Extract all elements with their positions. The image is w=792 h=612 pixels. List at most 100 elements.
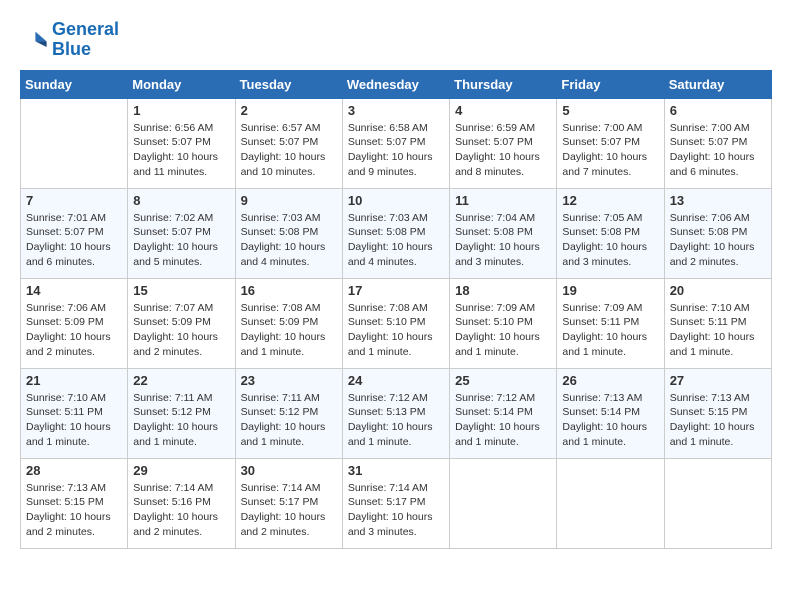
calendar-cell: 2 Sunrise: 6:57 AM Sunset: 5:07 PM Daylig… bbox=[235, 98, 342, 188]
calendar-cell: 1 Sunrise: 6:56 AM Sunset: 5:07 PM Daylig… bbox=[128, 98, 235, 188]
day-number: 3 bbox=[348, 103, 444, 118]
calendar-cell bbox=[557, 458, 664, 548]
day-info: Sunrise: 7:00 AM Sunset: 5:07 PM Dayligh… bbox=[562, 121, 658, 180]
calendar-body: 1 Sunrise: 6:56 AM Sunset: 5:07 PM Daylig… bbox=[21, 98, 772, 548]
day-info: Sunrise: 7:02 AM Sunset: 5:07 PM Dayligh… bbox=[133, 211, 229, 270]
day-info: Sunrise: 7:10 AM Sunset: 5:11 PM Dayligh… bbox=[26, 391, 122, 450]
calendar-cell: 31 Sunrise: 7:14 AM Sunset: 5:17 PM Dayli… bbox=[342, 458, 449, 548]
calendar-cell: 30 Sunrise: 7:14 AM Sunset: 5:17 PM Dayli… bbox=[235, 458, 342, 548]
day-info: Sunrise: 7:08 AM Sunset: 5:09 PM Dayligh… bbox=[241, 301, 337, 360]
logo-text: General Blue bbox=[52, 20, 119, 60]
calendar-cell: 23 Sunrise: 7:11 AM Sunset: 5:12 PM Dayli… bbox=[235, 368, 342, 458]
day-info: Sunrise: 7:07 AM Sunset: 5:09 PM Dayligh… bbox=[133, 301, 229, 360]
weekday-header-cell: Tuesday bbox=[235, 70, 342, 98]
day-info: Sunrise: 7:12 AM Sunset: 5:13 PM Dayligh… bbox=[348, 391, 444, 450]
calendar-cell: 21 Sunrise: 7:10 AM Sunset: 5:11 PM Dayli… bbox=[21, 368, 128, 458]
calendar-cell: 15 Sunrise: 7:07 AM Sunset: 5:09 PM Dayli… bbox=[128, 278, 235, 368]
calendar-cell: 11Sunrise: 7:04 AM Sunset: 5:08 PM Dayli… bbox=[450, 188, 557, 278]
calendar-cell: 4Sunrise: 6:59 AM Sunset: 5:07 PM Daylig… bbox=[450, 98, 557, 188]
day-info: Sunrise: 7:13 AM Sunset: 5:15 PM Dayligh… bbox=[26, 481, 122, 540]
day-number: 31 bbox=[348, 463, 444, 478]
calendar-cell: 22 Sunrise: 7:11 AM Sunset: 5:12 PM Dayli… bbox=[128, 368, 235, 458]
day-number: 15 bbox=[133, 283, 229, 298]
calendar-cell: 13Sunrise: 7:06 AM Sunset: 5:08 PM Dayli… bbox=[664, 188, 771, 278]
day-number: 22 bbox=[133, 373, 229, 388]
day-info: Sunrise: 7:03 AM Sunset: 5:08 PM Dayligh… bbox=[241, 211, 337, 270]
day-info: Sunrise: 7:13 AM Sunset: 5:15 PM Dayligh… bbox=[670, 391, 766, 450]
calendar-week-row: 7 Sunrise: 7:01 AM Sunset: 5:07 PM Daylig… bbox=[21, 188, 772, 278]
calendar-cell: 24 Sunrise: 7:12 AM Sunset: 5:13 PM Dayli… bbox=[342, 368, 449, 458]
calendar-week-row: 1 Sunrise: 6:56 AM Sunset: 5:07 PM Daylig… bbox=[21, 98, 772, 188]
day-number: 8 bbox=[133, 193, 229, 208]
day-number: 19 bbox=[562, 283, 658, 298]
calendar-cell: 19 Sunrise: 7:09 AM Sunset: 5:11 PM Dayli… bbox=[557, 278, 664, 368]
day-info: Sunrise: 7:04 AM Sunset: 5:08 PM Dayligh… bbox=[455, 211, 551, 270]
weekday-header-cell: Thursday bbox=[450, 70, 557, 98]
day-number: 21 bbox=[26, 373, 122, 388]
calendar-cell: 18Sunrise: 7:09 AM Sunset: 5:10 PM Dayli… bbox=[450, 278, 557, 368]
logo-icon bbox=[20, 26, 48, 54]
calendar-cell bbox=[21, 98, 128, 188]
day-info: Sunrise: 6:57 AM Sunset: 5:07 PM Dayligh… bbox=[241, 121, 337, 180]
day-info: Sunrise: 7:11 AM Sunset: 5:12 PM Dayligh… bbox=[241, 391, 337, 450]
day-info: Sunrise: 7:06 AM Sunset: 5:09 PM Dayligh… bbox=[26, 301, 122, 360]
day-number: 20 bbox=[670, 283, 766, 298]
day-info: Sunrise: 6:56 AM Sunset: 5:07 PM Dayligh… bbox=[133, 121, 229, 180]
day-info: Sunrise: 7:12 AM Sunset: 5:14 PM Dayligh… bbox=[455, 391, 551, 450]
day-number: 7 bbox=[26, 193, 122, 208]
calendar-cell: 27 Sunrise: 7:13 AM Sunset: 5:15 PM Dayli… bbox=[664, 368, 771, 458]
day-info: Sunrise: 7:14 AM Sunset: 5:17 PM Dayligh… bbox=[241, 481, 337, 540]
day-number: 27 bbox=[670, 373, 766, 388]
weekday-header-cell: Wednesday bbox=[342, 70, 449, 98]
day-info: Sunrise: 7:11 AM Sunset: 5:12 PM Dayligh… bbox=[133, 391, 229, 450]
calendar-table: SundayMondayTuesdayWednesdayThursdayFrid… bbox=[20, 70, 772, 549]
day-number: 25 bbox=[455, 373, 551, 388]
day-number: 28 bbox=[26, 463, 122, 478]
calendar-week-row: 14 Sunrise: 7:06 AM Sunset: 5:09 PM Dayli… bbox=[21, 278, 772, 368]
calendar-cell bbox=[664, 458, 771, 548]
day-number: 16 bbox=[241, 283, 337, 298]
day-info: Sunrise: 7:09 AM Sunset: 5:11 PM Dayligh… bbox=[562, 301, 658, 360]
calendar-cell: 17Sunrise: 7:08 AM Sunset: 5:10 PM Dayli… bbox=[342, 278, 449, 368]
day-info: Sunrise: 7:14 AM Sunset: 5:17 PM Dayligh… bbox=[348, 481, 444, 540]
calendar-cell: 28 Sunrise: 7:13 AM Sunset: 5:15 PM Dayli… bbox=[21, 458, 128, 548]
day-info: Sunrise: 6:59 AM Sunset: 5:07 PM Dayligh… bbox=[455, 121, 551, 180]
day-number: 29 bbox=[133, 463, 229, 478]
calendar-cell: 29 Sunrise: 7:14 AM Sunset: 5:16 PM Dayli… bbox=[128, 458, 235, 548]
day-info: Sunrise: 7:01 AM Sunset: 5:07 PM Dayligh… bbox=[26, 211, 122, 270]
day-number: 10 bbox=[348, 193, 444, 208]
day-info: Sunrise: 7:14 AM Sunset: 5:16 PM Dayligh… bbox=[133, 481, 229, 540]
day-number: 2 bbox=[241, 103, 337, 118]
weekday-header-cell: Monday bbox=[128, 70, 235, 98]
calendar-cell: 14 Sunrise: 7:06 AM Sunset: 5:09 PM Dayli… bbox=[21, 278, 128, 368]
day-number: 1 bbox=[133, 103, 229, 118]
weekday-header-cell: Friday bbox=[557, 70, 664, 98]
day-number: 5 bbox=[562, 103, 658, 118]
day-info: Sunrise: 7:13 AM Sunset: 5:14 PM Dayligh… bbox=[562, 391, 658, 450]
page-header: General Blue bbox=[20, 20, 772, 60]
calendar-cell: 6 Sunrise: 7:00 AM Sunset: 5:07 PM Daylig… bbox=[664, 98, 771, 188]
day-info: Sunrise: 7:10 AM Sunset: 5:11 PM Dayligh… bbox=[670, 301, 766, 360]
day-number: 12 bbox=[562, 193, 658, 208]
weekday-header-cell: Saturday bbox=[664, 70, 771, 98]
day-number: 23 bbox=[241, 373, 337, 388]
weekday-header-cell: Sunday bbox=[21, 70, 128, 98]
calendar-cell: 9 Sunrise: 7:03 AM Sunset: 5:08 PM Daylig… bbox=[235, 188, 342, 278]
day-number: 14 bbox=[26, 283, 122, 298]
calendar-cell: 8 Sunrise: 7:02 AM Sunset: 5:07 PM Daylig… bbox=[128, 188, 235, 278]
day-info: Sunrise: 7:00 AM Sunset: 5:07 PM Dayligh… bbox=[670, 121, 766, 180]
day-number: 9 bbox=[241, 193, 337, 208]
day-info: Sunrise: 6:58 AM Sunset: 5:07 PM Dayligh… bbox=[348, 121, 444, 180]
calendar-cell: 20 Sunrise: 7:10 AM Sunset: 5:11 PM Dayli… bbox=[664, 278, 771, 368]
day-info: Sunrise: 7:09 AM Sunset: 5:10 PM Dayligh… bbox=[455, 301, 551, 360]
calendar-week-row: 21 Sunrise: 7:10 AM Sunset: 5:11 PM Dayli… bbox=[21, 368, 772, 458]
calendar-cell: 7 Sunrise: 7:01 AM Sunset: 5:07 PM Daylig… bbox=[21, 188, 128, 278]
day-number: 6 bbox=[670, 103, 766, 118]
day-number: 30 bbox=[241, 463, 337, 478]
calendar-cell: 16 Sunrise: 7:08 AM Sunset: 5:09 PM Dayli… bbox=[235, 278, 342, 368]
calendar-cell bbox=[450, 458, 557, 548]
day-number: 24 bbox=[348, 373, 444, 388]
calendar-cell: 25 Sunrise: 7:12 AM Sunset: 5:14 PM Dayli… bbox=[450, 368, 557, 458]
day-number: 26 bbox=[562, 373, 658, 388]
day-number: 13 bbox=[670, 193, 766, 208]
